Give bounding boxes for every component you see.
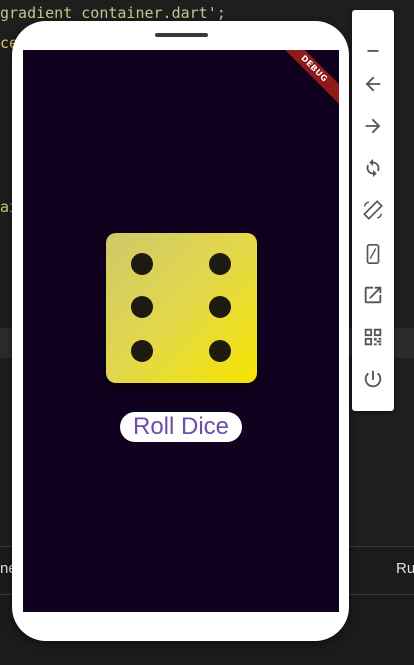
code-line-import: gradient_container.dart'; [0,4,226,22]
bottom-panel-run-label[interactable]: Ru [396,560,414,577]
dice-pip [209,296,231,318]
roll-dice-button[interactable]: Roll Dice [120,412,242,442]
forward-icon[interactable] [361,114,385,138]
dice-pip [209,253,231,275]
app-screen: DEBUG Roll Dice [23,50,339,612]
rotate-icon[interactable] [361,156,385,180]
open-external-icon[interactable] [361,283,385,307]
dice-pip [131,296,153,318]
dice-pip [131,340,153,362]
dice-image [106,233,257,383]
debug-banner: DEBUG [270,50,339,113]
qr-code-icon[interactable] [361,325,385,349]
phone-speaker [155,33,208,37]
emulator-toolbar [352,10,394,411]
back-icon[interactable] [361,72,385,96]
power-icon[interactable] [361,367,385,391]
device-icon[interactable] [361,242,385,266]
screen-rotation-icon[interactable] [361,198,385,222]
dice-pip [209,340,231,362]
minimize-icon[interactable] [361,38,385,62]
dice-pip [131,253,153,275]
